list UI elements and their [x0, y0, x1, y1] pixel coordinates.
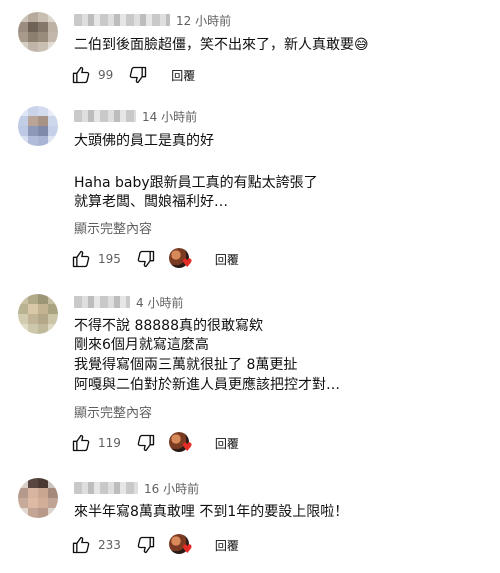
show-more-link[interactable]: 顯示完整內容 [74, 218, 152, 237]
author-name[interactable] [74, 482, 138, 494]
creator-heart: ♥ [168, 432, 195, 454]
like-count: 119 [98, 436, 121, 450]
thumbs-down-icon[interactable] [127, 64, 149, 86]
creator-heart: ♥ [168, 248, 195, 270]
comment-time[interactable]: 14 小時前 [142, 108, 197, 125]
reply-button[interactable]: 回覆 [171, 67, 195, 84]
thumbs-up-icon[interactable] [70, 432, 92, 454]
heart-icon: ♥ [181, 256, 193, 270]
like-count: 195 [98, 252, 121, 266]
thumbs-down-icon[interactable] [135, 534, 157, 556]
reply-button[interactable]: 回覆 [215, 435, 239, 452]
thumbs-down-icon[interactable] [135, 248, 157, 270]
comment-actions: 195 ♥ 回覆 [70, 246, 239, 272]
avatar[interactable] [18, 294, 58, 334]
reply-button[interactable]: 回覆 [215, 251, 239, 268]
comment-actions: 99 回覆 [70, 62, 195, 88]
comment-text-line: 不得不說 88888真的很敢寫欸 [74, 318, 263, 334]
reply-button[interactable]: 回覆 [215, 537, 239, 554]
show-more-link[interactable]: 顯示完整內容 [74, 402, 152, 421]
avatar[interactable] [18, 12, 58, 52]
comment-text-line: 我覺得寫個兩三萬就很扯了 8萬更扯 [74, 357, 298, 373]
avatar[interactable] [18, 106, 58, 146]
comment-actions: 119 ♥ 回覆 [70, 430, 239, 456]
comment-text-line: 剛來6個月就寫這麼高 [74, 337, 209, 353]
heart-icon: ♥ [181, 440, 193, 454]
author-name[interactable] [74, 296, 130, 308]
author-name[interactable] [74, 14, 170, 26]
comment-text-line: 大頭佛的員工是真的好 [74, 133, 214, 149]
avatar[interactable] [18, 478, 58, 518]
comment-text-line: Haha baby跟新員工真的有點太誇張了 [74, 175, 318, 191]
comment-time[interactable]: 4 小時前 [136, 294, 183, 311]
like-count: 99 [98, 68, 114, 82]
like-count: 233 [98, 538, 121, 552]
heart-icon: ♥ [181, 542, 193, 556]
comment-time[interactable]: 16 小時前 [144, 480, 199, 497]
author-name[interactable] [74, 110, 136, 122]
comment-text-line: 就算老闆、闆娘福利好… [74, 194, 228, 210]
comment-time[interactable]: 12 小時前 [176, 12, 231, 29]
thumbs-up-icon[interactable] [70, 248, 92, 270]
comment-text-line: 二伯到後面臉超僵，笑不出來了，新人真敢要😅 [74, 37, 369, 53]
thumbs-down-icon[interactable] [135, 432, 157, 454]
comment-actions: 233 ♥ 回覆 [70, 532, 239, 558]
creator-heart: ♥ [168, 534, 195, 556]
comment-text-line: 來半年寫8萬真敢哩 不到1年的要設上限啦！ [74, 504, 349, 520]
thumbs-up-icon[interactable] [70, 64, 92, 86]
comment-text-line: 阿嘎與二伯對於新進人員更應該把控才對… [74, 377, 340, 393]
thumbs-up-icon[interactable] [70, 534, 92, 556]
